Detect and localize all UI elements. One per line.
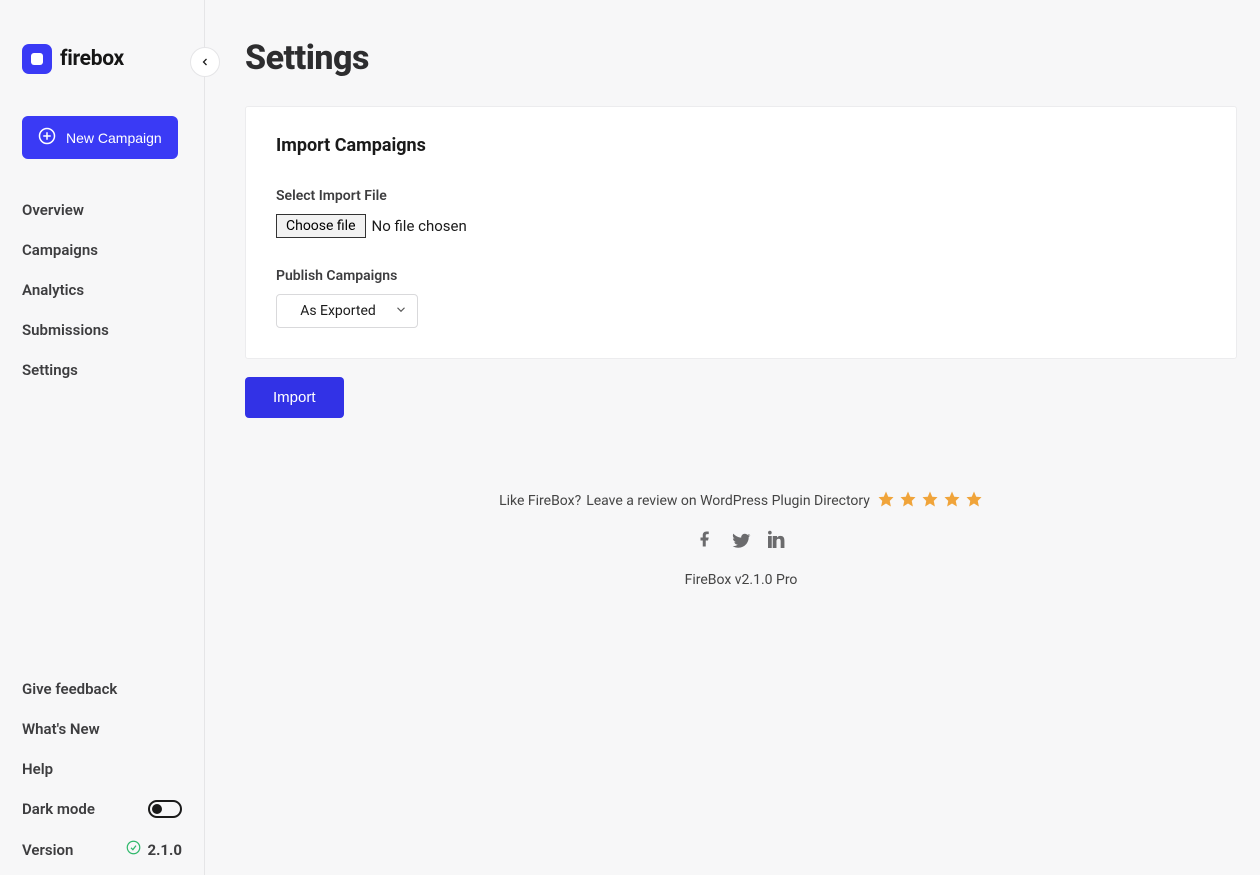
- twitter-icon: [730, 537, 752, 556]
- review-prefix: Like FireBox?: [499, 493, 581, 509]
- linkedin-link[interactable]: [768, 530, 786, 556]
- plus-circle-icon: [38, 127, 56, 148]
- toggle-knob-icon: [152, 804, 162, 814]
- help-link[interactable]: Help: [22, 760, 182, 778]
- publish-select[interactable]: As Exported: [276, 294, 418, 328]
- review-row: Like FireBox? Leave a review on WordPres…: [245, 490, 1237, 512]
- new-campaign-label: New Campaign: [66, 130, 162, 146]
- publish-select-wrap: As Exported: [276, 294, 418, 328]
- new-campaign-button[interactable]: New Campaign: [22, 116, 178, 159]
- card-title: Import Campaigns: [276, 135, 1206, 156]
- star-icon: [899, 490, 917, 512]
- sidebar-nav: Overview Campaigns Analytics Submissions…: [0, 201, 204, 379]
- version-value: 2.1.0: [147, 841, 182, 859]
- star-icon: [877, 490, 895, 512]
- sidebar-bottom: Give feedback What's New Help Dark mode …: [0, 680, 204, 875]
- whats-new-link[interactable]: What's New: [22, 720, 182, 738]
- sidebar-item-settings[interactable]: Settings: [22, 361, 182, 379]
- logo-mark-icon: [22, 44, 52, 74]
- sidebar-item-analytics[interactable]: Analytics: [22, 281, 182, 299]
- dark-mode-label: Dark mode: [22, 800, 95, 818]
- sidebar-item-submissions[interactable]: Submissions: [22, 321, 182, 339]
- facebook-link[interactable]: [696, 530, 714, 556]
- check-circle-icon: [126, 840, 141, 859]
- version-row: Version 2.1.0: [22, 840, 182, 859]
- stars[interactable]: [877, 490, 983, 512]
- sidebar-collapse-button[interactable]: [190, 47, 220, 77]
- chevron-left-icon: [199, 53, 211, 72]
- main: Settings Import Campaigns Select Import …: [205, 0, 1260, 875]
- review-link[interactable]: Leave a review on WordPress Plugin Direc…: [586, 493, 870, 509]
- linkedin-icon: [768, 533, 786, 552]
- page-title: Settings: [245, 38, 1260, 78]
- facebook-icon: [696, 533, 714, 552]
- publish-field: Publish Campaigns As Exported: [276, 268, 1206, 328]
- social-row: [245, 530, 1237, 556]
- star-icon: [943, 490, 961, 512]
- sidebar-item-campaigns[interactable]: Campaigns: [22, 241, 182, 259]
- choose-file-button[interactable]: Choose file: [276, 214, 366, 238]
- twitter-link[interactable]: [730, 530, 752, 556]
- sidebar-item-overview[interactable]: Overview: [22, 201, 182, 219]
- dark-mode-toggle[interactable]: [148, 800, 182, 818]
- star-icon: [965, 490, 983, 512]
- give-feedback-link[interactable]: Give feedback: [22, 680, 182, 698]
- star-icon: [921, 490, 939, 512]
- footer: Like FireBox? Leave a review on WordPres…: [245, 490, 1237, 588]
- import-campaigns-card: Import Campaigns Select Import File Choo…: [245, 106, 1237, 359]
- sidebar-top: firebox New Campaign: [0, 0, 204, 201]
- dark-mode-row: Dark mode: [22, 800, 182, 818]
- brand-name: firebox: [60, 47, 124, 71]
- file-input-row: Choose file No file chosen: [276, 214, 1206, 238]
- file-field: Select Import File Choose file No file c…: [276, 188, 1206, 238]
- publish-field-label: Publish Campaigns: [276, 268, 1206, 284]
- sidebar: firebox New Campaign Overview Campaigns …: [0, 0, 205, 875]
- file-field-label: Select Import File: [276, 188, 1206, 204]
- import-button[interactable]: Import: [245, 377, 344, 418]
- file-status-text: No file chosen: [372, 217, 467, 235]
- version-label: Version: [22, 841, 73, 859]
- footer-version-line: FireBox v2.1.0 Pro: [245, 572, 1237, 588]
- logo[interactable]: firebox: [22, 44, 182, 74]
